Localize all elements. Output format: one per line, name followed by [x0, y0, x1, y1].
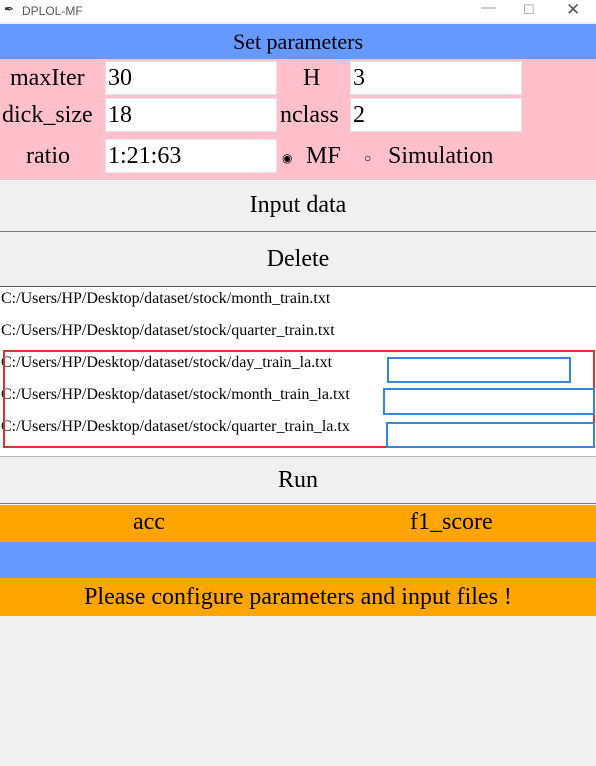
highlight-box-blue [386, 422, 595, 448]
feather-icon: ✒ [4, 2, 15, 16]
simulation-radio-label: Simulation [388, 143, 494, 169]
delete-button[interactable]: Delete [0, 233, 596, 286]
results-band [0, 542, 596, 578]
file-name: month_train.txt [231, 290, 331, 307]
maxiter-input[interactable]: 30 [105, 61, 277, 95]
dick-size-label: dick_size [2, 102, 93, 128]
run-label: Run [277, 466, 318, 493]
run-button[interactable]: Run [0, 456, 596, 504]
metrics-bar: acc f1_score [0, 505, 596, 542]
minimize-icon[interactable]: — [481, 0, 496, 16]
highlight-box-blue [383, 388, 595, 415]
status-message: Please configure parameters and input fi… [84, 583, 512, 610]
maximize-icon[interactable]: ☐ [523, 2, 535, 18]
maxiter-label: maxIter [10, 65, 85, 91]
input-data-label: Input data [249, 192, 347, 218]
parameters-panel: maxIter 30 H 3 dick_size 18 nclass 2 rat… [0, 59, 596, 180]
dick-size-input[interactable]: 18 [105, 98, 277, 132]
h-input[interactable]: 3 [350, 61, 522, 95]
simulation-radio[interactable]: ○ [364, 151, 371, 166]
ratio-input[interactable]: 1:21:63 [105, 139, 277, 173]
file-name: quarter_train.txt [231, 322, 335, 339]
mf-radio[interactable]: ◉ [282, 151, 292, 166]
window-title: DPLOL-MF [22, 4, 83, 18]
list-item[interactable]: C:/Users/HP/Desktop/dataset/stock/month_… [1, 290, 330, 308]
close-icon[interactable]: ✕ [566, 0, 580, 20]
header-title: Set parameters [232, 28, 364, 54]
nclass-input[interactable]: 2 [350, 98, 522, 132]
mf-radio-label: MF [306, 143, 341, 169]
ratio-label: ratio [26, 143, 70, 169]
input-data-button[interactable]: Input data [0, 180, 596, 232]
window-titlebar: ✒ DPLOL-MF — ☐ ✕ [0, 0, 596, 22]
file-path-prefix: C:/Users/HP/Desktop/dataset/stock/ [1, 322, 232, 339]
h-label: H [303, 65, 321, 91]
delete-label: Delete [266, 246, 330, 272]
set-parameters-header: Set parameters [0, 24, 596, 59]
f1-score-label: f1_score [410, 509, 493, 535]
status-bar: Please configure parameters and input fi… [0, 578, 596, 616]
list-item[interactable]: C:/Users/HP/Desktop/dataset/stock/quarte… [1, 322, 335, 340]
nclass-label: nclass [280, 102, 339, 128]
highlight-box-blue [387, 357, 571, 383]
file-path-prefix: C:/Users/HP/Desktop/dataset/stock/ [1, 290, 232, 307]
acc-label: acc [133, 509, 165, 535]
